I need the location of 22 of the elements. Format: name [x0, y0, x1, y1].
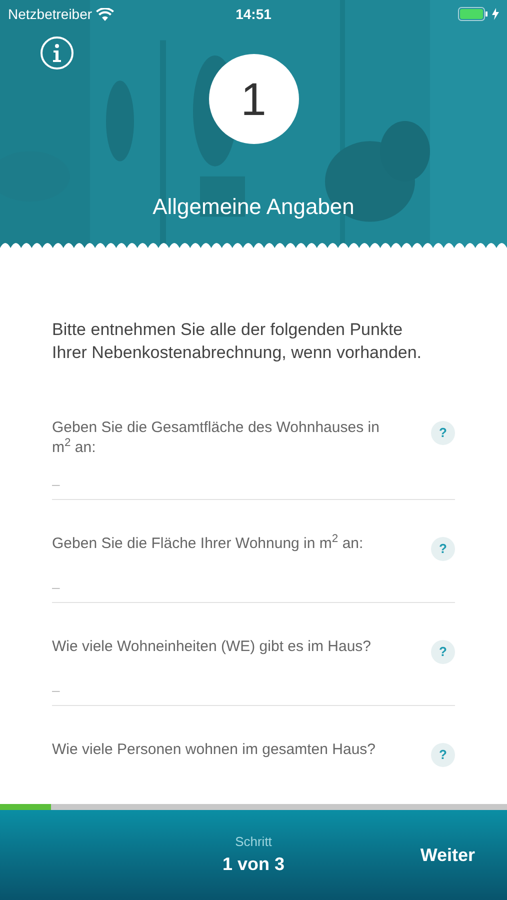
input-field[interactable]: – [52, 468, 455, 500]
wifi-icon [96, 8, 114, 20]
step-caption: Schritt [235, 832, 272, 851]
battery-icon [458, 7, 488, 21]
step-number: 1 [240, 76, 266, 122]
question-label: Wie viele Wohneinheiten (WE) gibt es im Haus? [52, 637, 372, 657]
step-counter: 1 von 3 [222, 853, 285, 876]
next-button[interactable]: Weiter [420, 842, 475, 868]
question-label: Geben Sie die Gesamtfläche des Wohnhauses in m$^{2}$ an: [52, 418, 380, 458]
carrier-name: Netzbetreiber [8, 4, 92, 24]
input-field[interactable]: – [52, 571, 455, 603]
help-button[interactable]: ? [431, 421, 455, 445]
input-field[interactable]: – [52, 674, 455, 706]
clock-time: 14:51 [236, 4, 272, 24]
intro-text: Bitte entnehmen Sie alle der folgenden Punkte Ihrer Nebenkostenabrechnung, wenn vorhanden. [52, 319, 423, 364]
question-label: Geben Sie die Fläche Ihrer Wohnung in m$^{2}$ an: [52, 534, 364, 554]
help-button[interactable]: ? [431, 537, 455, 561]
info-icon[interactable] [40, 36, 74, 70]
help-button[interactable]: ? [431, 743, 455, 767]
section-title: Allgemeine Angaben [152, 193, 354, 221]
help-button[interactable]: ? [431, 640, 455, 664]
question-label: Wie viele Personen wohnen im gesamten Haus? [52, 740, 376, 760]
